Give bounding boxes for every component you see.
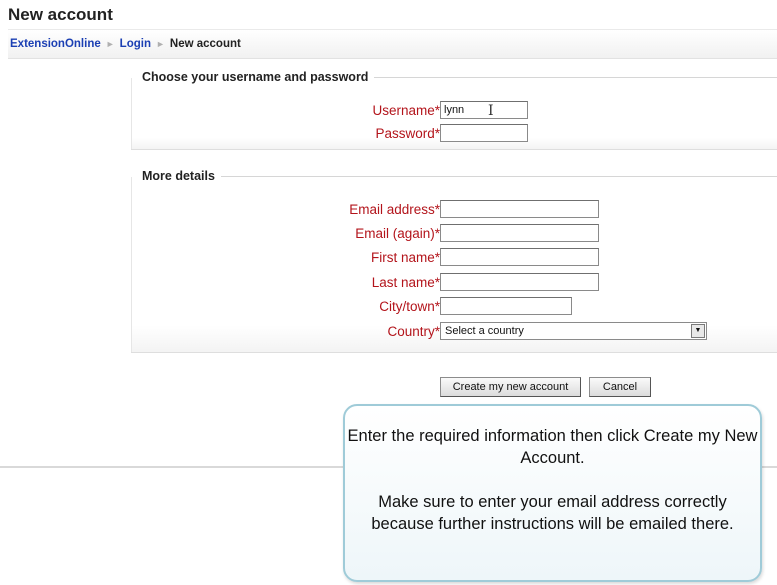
legend-divider [374, 76, 777, 78]
page: New account ExtensionOnline ► Login ► Ne… [0, 0, 777, 585]
first-name-input[interactable] [440, 248, 599, 266]
fieldset-bottom-border [131, 352, 777, 353]
legend-divider [220, 175, 777, 177]
email-row: Email address* [131, 200, 777, 220]
breadcrumb: ExtensionOnline ► Login ► New account [8, 38, 241, 50]
password-label: Password* [375, 126, 440, 141]
email-input[interactable] [440, 200, 599, 218]
username-label: Username* [372, 103, 440, 118]
cancel-button[interactable]: Cancel [589, 377, 651, 397]
first-name-label: First name* [370, 250, 440, 265]
instruction-callout: Enter the required information then clic… [343, 404, 762, 582]
username-row: Username* I [131, 101, 777, 121]
email-again-input[interactable] [440, 224, 599, 242]
last-name-row: Last name* [131, 273, 777, 293]
callout-email-note: Make sure to enter your email address co… [371, 493, 734, 533]
last-name-input[interactable] [440, 273, 599, 291]
account-legend-row: Choose your username and password [142, 70, 777, 84]
password-row: Password* [131, 124, 777, 144]
email-again-label: Email (again)* [355, 226, 440, 241]
city-label: City/town* [379, 299, 440, 314]
first-name-row: First name* [131, 248, 777, 268]
details-legend: More details [142, 169, 221, 183]
details-legend-row: More details [142, 169, 777, 183]
last-name-label: Last name* [371, 275, 440, 290]
country-select-value: Select a country [445, 325, 524, 337]
breadcrumb-separator-icon: ► [155, 39, 165, 49]
password-input[interactable] [440, 124, 528, 142]
breadcrumb-link-extensiononline[interactable]: ExtensionOnline [10, 38, 101, 50]
country-label: Country* [387, 324, 440, 339]
navbar: ExtensionOnline ► Login ► New account [8, 29, 777, 59]
create-account-button[interactable]: Create my new account [440, 377, 581, 397]
account-legend: Choose your username and password [142, 70, 375, 84]
city-input[interactable] [440, 297, 572, 315]
details-fieldset: More details Email address* Email (again… [131, 169, 777, 353]
account-fieldset: Choose your username and password Userna… [131, 70, 777, 150]
breadcrumb-separator-icon: ► [105, 39, 115, 49]
chevron-down-icon[interactable]: ▼ [691, 324, 705, 338]
country-select[interactable]: Select a country ▼ [440, 322, 707, 340]
text-cursor-icon: I [488, 103, 494, 119]
callout-instruction-text: Enter the required information then clic… [347, 427, 758, 467]
breadcrumb-link-login[interactable]: Login [120, 38, 151, 50]
page-title: New account [8, 5, 113, 24]
country-row: Country* Select a country ▼ [131, 322, 777, 342]
fieldset-bottom-border [131, 149, 777, 150]
email-label: Email address* [349, 202, 440, 217]
email-again-row: Email (again)* [131, 224, 777, 244]
username-input[interactable] [440, 101, 528, 119]
breadcrumb-current: New account [169, 38, 241, 50]
city-row: City/town* [131, 297, 777, 317]
